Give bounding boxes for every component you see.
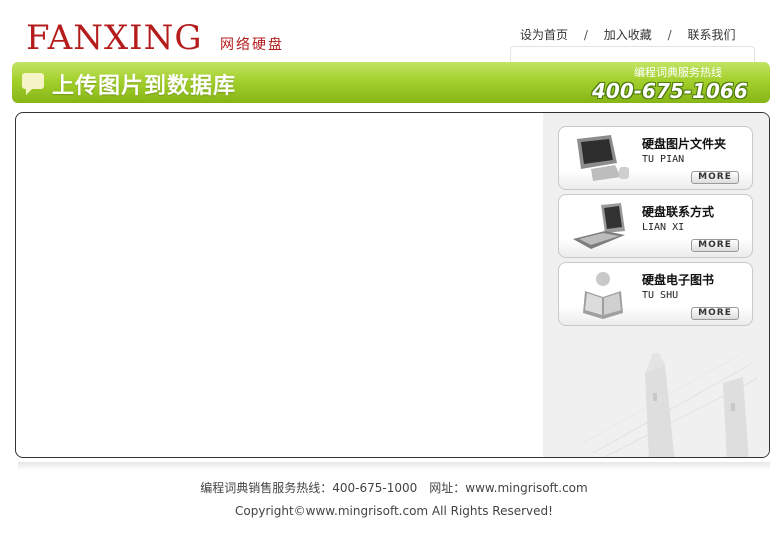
- sidebar-card-ebook[interactable]: 硬盘电子图书 TU SHU MORE: [558, 262, 753, 326]
- building-decoration-icon: [583, 352, 759, 457]
- sidebar: 硬盘图片文件夹 TU PIAN MORE 硬盘联系方式 LIAN XI MORE: [543, 113, 769, 457]
- footer-copyright: Copyright©www.mingrisoft.com All Rights …: [235, 504, 553, 518]
- hotline-label: 编程词典服务热线: [634, 66, 722, 79]
- card-subtitle: TU PIAN: [642, 154, 685, 165]
- reader-icon: [583, 272, 623, 319]
- card-subtitle: TU SHU: [642, 290, 679, 301]
- sidebar-card-folder[interactable]: 硬盘图片文件夹 TU PIAN MORE: [558, 126, 753, 190]
- card-title: 硬盘图片文件夹: [642, 137, 727, 151]
- page-footer: 编程词典销售服务热线：400-675-1000 网址：www.mingrisof…: [18, 462, 770, 528]
- card-title: 硬盘联系方式: [642, 205, 715, 219]
- footer-contact: 编程词典销售服务热线：400-675-1000 网址：www.mingrisof…: [200, 481, 588, 495]
- page-title: 上传图片到数据库: [52, 74, 237, 99]
- contact-us-link[interactable]: 联系我们: [687, 28, 735, 42]
- speech-bubble-icon: [22, 73, 44, 95]
- phone-icon: [573, 203, 625, 249]
- set-homepage-link[interactable]: 设为首页: [520, 28, 568, 42]
- content-area: [16, 113, 543, 457]
- link-separator: /: [667, 28, 672, 42]
- more-button[interactable]: MORE: [691, 239, 739, 252]
- add-favorite-link[interactable]: 加入收藏: [604, 28, 652, 42]
- site-logo[interactable]: FANXING 网络硬盘: [20, 10, 320, 60]
- hotline-number: 400-675-1066: [592, 79, 748, 103]
- page-banner: 上传图片到数据库 编程词典服务热线 400-675-1066: [12, 62, 770, 103]
- main-panel: 硬盘图片文件夹 TU PIAN MORE 硬盘联系方式 LIAN XI MORE: [15, 112, 770, 458]
- top-links-frame: [510, 46, 755, 62]
- logo-text: FANXING: [26, 18, 203, 58]
- more-button[interactable]: MORE: [691, 171, 739, 184]
- more-button[interactable]: MORE: [691, 307, 739, 320]
- top-links: 设为首页 / 加入收藏 / 联系我们: [520, 26, 735, 43]
- link-separator: /: [583, 28, 588, 42]
- computer-icon: [577, 135, 629, 181]
- card-subtitle: LIAN XI: [642, 222, 685, 233]
- card-title: 硬盘电子图书: [642, 273, 715, 287]
- sidebar-card-contact[interactable]: 硬盘联系方式 LIAN XI MORE: [558, 194, 753, 258]
- logo-subtitle: 网络硬盘: [220, 37, 284, 53]
